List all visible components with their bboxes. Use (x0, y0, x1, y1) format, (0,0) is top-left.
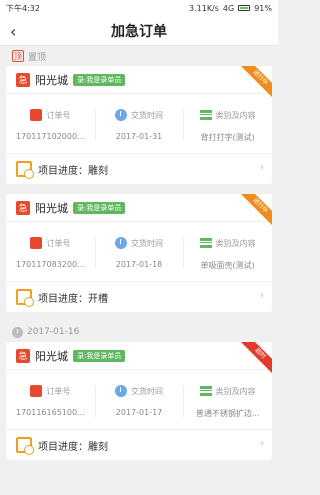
status-time: 下午4:32 (6, 3, 40, 13)
status-bar: 下午4:32 3.11K/s 4G 91% (0, 0, 278, 16)
delivery-time-label: 交货时间 (131, 238, 163, 248)
layers-icon (199, 238, 212, 248)
progress-row[interactable]: 项目进度：雕刻 › (6, 154, 272, 184)
delivery-time-label: 交货时间 (131, 110, 163, 120)
order-card[interactable]: 进行中 急 阳光城 录:我是录单员 订单号 170117102000... 交货… (6, 66, 272, 184)
progress-value: 开槽 (88, 293, 108, 305)
category-label: 类别及内容 (215, 110, 256, 120)
shop-name: 阳光城 (35, 349, 68, 363)
chevron-right-icon: › (260, 162, 264, 173)
urgent-icon: 急 (16, 200, 30, 215)
order-card[interactable]: 进行中 急 阳光城 录:我是录单员 订单号 170117083200... 交货… (6, 194, 272, 312)
progress-row[interactable]: 项目进度：开槽 › (6, 282, 272, 312)
category-label: 类别及内容 (215, 238, 256, 248)
chevron-right-icon: › (260, 438, 264, 449)
status-corner-ribbon: 进行中 (240, 66, 272, 98)
order-no-col: 订单号 170117083200... (6, 236, 95, 271)
order-icon (30, 109, 43, 121)
progress-icon (16, 289, 34, 307)
urgent-icon: 急 (16, 348, 30, 363)
urgent-icon: 急 (16, 72, 30, 87)
category-value: 背打打字(测试) (200, 133, 255, 142)
date-section-header: 2017-01-16 (0, 322, 278, 342)
status-corner-ribbon: 超时 (240, 342, 272, 374)
order-no-value: 170117102000... (15, 132, 85, 141)
battery-icon (238, 5, 251, 11)
clock-icon (115, 109, 127, 121)
status-corner-ribbon: 进行中 (240, 194, 272, 226)
category-col: 类别及内容 单吸面壳(测试) (183, 236, 272, 271)
recorder-badge: 录:我是录单员 (73, 349, 126, 362)
status-right: 3.11K/s 4G 91% (189, 4, 272, 13)
category-col: 类别及内容 普通不锈钢扩边... (183, 384, 272, 419)
category-label: 类别及内容 (215, 386, 256, 396)
recorder-badge: 录:我是录单员 (73, 73, 126, 86)
network-type: 4G (222, 3, 235, 13)
progress-icon (16, 161, 34, 179)
clock-icon (115, 237, 127, 249)
progress-label: 项目进度： (38, 441, 88, 453)
shop-name: 阳光城 (35, 201, 68, 215)
category-value: 单吸面壳(测试) (200, 261, 255, 270)
pinned-section-header: 顶 置顶 (0, 46, 278, 66)
pin-icon: 顶 (12, 50, 24, 62)
network-speed: 3.11K/s (189, 3, 219, 13)
clock-icon (115, 385, 127, 397)
order-info: 订单号 170117083200... 交货时间 2017-01-18 类别及内… (6, 222, 272, 282)
order-icon (30, 385, 43, 397)
order-card[interactable]: 超时 急 阳光城 录:我是录单员 订单号 170116165100... 交货时… (6, 342, 272, 460)
battery-level: 91% (254, 3, 272, 13)
back-arrow-icon[interactable]: ‹ (10, 22, 16, 41)
page-title: 加急订单 (111, 23, 167, 40)
order-no-label: 订单号 (46, 110, 71, 120)
order-info: 订单号 170116165100... 交货时间 2017-01-17 类别及内… (6, 370, 272, 430)
card-header: 急 阳光城 录:我是录单员 (6, 66, 272, 94)
clock-icon (12, 326, 23, 338)
category-value: 普通不锈钢扩边... (195, 409, 260, 418)
shop-name: 阳光城 (35, 73, 68, 87)
recorder-badge: 录:我是录单员 (73, 201, 126, 214)
progress-label: 项目进度： (38, 293, 88, 305)
delivery-time-col: 交货时间 2017-01-31 (94, 108, 184, 143)
delivery-time-value: 2017-01-31 (115, 132, 163, 141)
card-header: 急 阳光城 录:我是录单员 (6, 342, 272, 370)
order-no-col: 订单号 170117102000... (6, 108, 95, 143)
chevron-right-icon: › (260, 290, 264, 301)
order-no-label: 订单号 (46, 238, 71, 248)
order-no-value: 170117083200... (15, 260, 85, 269)
category-col: 类别及内容 背打打字(测试) (183, 108, 272, 143)
order-info: 订单号 170117102000... 交货时间 2017-01-31 类别及内… (6, 94, 272, 154)
card-header: 急 阳光城 录:我是录单员 (6, 194, 272, 222)
progress-value: 雕刻 (88, 165, 108, 177)
date-label: 2017-01-16 (27, 327, 80, 337)
order-icon (30, 237, 43, 249)
progress-row[interactable]: 项目进度：雕刻 › (6, 430, 272, 460)
layers-icon (199, 386, 212, 396)
delivery-time-value: 2017-01-17 (115, 408, 163, 417)
order-no-col: 订单号 170116165100... (6, 384, 95, 419)
delivery-time-value: 2017-01-18 (115, 260, 163, 269)
nav-bar: ‹ 加急订单 (0, 16, 278, 46)
progress-label: 项目进度： (38, 165, 88, 177)
layers-icon (199, 110, 212, 120)
progress-icon (16, 437, 34, 455)
delivery-time-label: 交货时间 (131, 386, 163, 396)
delivery-time-col: 交货时间 2017-01-18 (94, 236, 184, 271)
progress-value: 雕刻 (88, 441, 108, 453)
order-no-label: 订单号 (46, 386, 71, 396)
order-no-value: 170116165100... (15, 408, 85, 417)
delivery-time-col: 交货时间 2017-01-17 (94, 384, 184, 419)
pinned-label: 置顶 (28, 52, 47, 63)
